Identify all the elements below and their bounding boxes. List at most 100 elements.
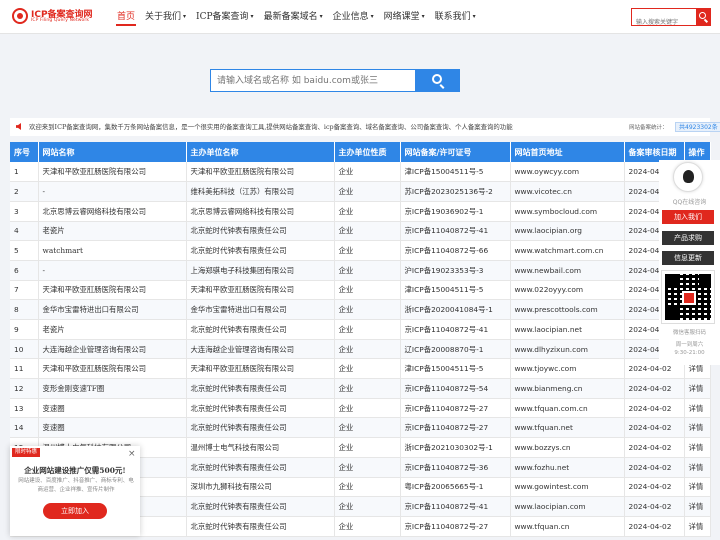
header-search-button[interactable] [696, 9, 710, 25]
join-us-button[interactable]: 加入我们 [662, 210, 714, 224]
homepage-url: www.bianmeng.cn [510, 378, 625, 399]
info-update-button[interactable]: 信息更新 [662, 251, 714, 265]
domain-search-input[interactable] [210, 69, 416, 92]
unit-type: 企业 [334, 260, 401, 281]
table-row[interactable]: 10 大连海越企业管理咨询有限公司 大连海越企业管理咨询有限公司 企业 辽ICP备200… [10, 339, 711, 360]
qq-consult-label[interactable]: QQ在线咨询 [659, 197, 720, 206]
details-link[interactable]: 详情 [684, 437, 711, 458]
license-number: 辽ICP备20008870号-1 [400, 339, 511, 360]
homepage-url: www.tfquan.com.cn [510, 398, 625, 419]
table-row[interactable]: 3 北京思博云睿网络科技有限公司 北京思博云睿网络科技有限公司 企业 京ICP备1903… [10, 201, 711, 222]
hero-search [210, 69, 460, 92]
column-header: 主办单位性质 [334, 142, 401, 162]
table-row[interactable]: 6- 上海郑骐电子科技集团有限公司 企业 沪ICP备19023353号-3 www.ne… [10, 260, 711, 281]
close-icon[interactable]: × [128, 450, 136, 459]
review-date: 2024-04-02 [624, 378, 685, 399]
review-date: 2024-04-02 [624, 477, 685, 498]
homepage-url: www.laocipian.org [510, 221, 625, 242]
table-row[interactable]: 14 变速圈 北京蛇时代钟表有限责任公司 企业 京ICP备11040872号-27 www… [10, 417, 711, 439]
nav-item-2[interactable]: ICP备案查询 ▾ [191, 0, 259, 34]
host-unit: 北京蛇时代钟表有限责任公司 [186, 496, 335, 517]
nav-item-label: ICP备案查询 [196, 12, 249, 22]
details-link[interactable]: 详情 [684, 477, 711, 498]
notice-bar: 欢迎来到ICP备案查询网，集数千万条网站备案信息，是一个很实用的备案查询工具,提… [10, 118, 720, 136]
host-unit: 北京蛇时代钟表有限责任公司 [186, 240, 335, 261]
product-purchase-button[interactable]: 产品求购 [662, 231, 714, 245]
host-unit: 北京思博云睿网络科技有限公司 [186, 201, 335, 222]
table-row[interactable]: 7 天津和平欧亚肛肠医院有限公司 天津和平欧亚肛肠医院有限公司 企业 津ICP备1500… [10, 280, 711, 301]
license-number: 沪ICP备19023353号-3 [400, 260, 511, 281]
details-link[interactable]: 详情 [684, 496, 711, 517]
unit-type: 企业 [334, 201, 401, 222]
details-link[interactable]: 详情 [684, 516, 711, 537]
nav-item-6[interactable]: 联系我们 ▾ [430, 0, 481, 34]
table-header-row: 序号 网站名称 主办单位名称 主办单位性质 网站备案/许可证号 网站首页地址 备案审核日期操… [10, 142, 711, 162]
nav-item-5[interactable]: 网络课堂 ▾ [379, 0, 430, 34]
table-row[interactable]: 8 金华市宝雷特进出口有限公司 金华市宝雷特进出口有限公司 企业 浙ICP备202004… [10, 299, 711, 320]
license-number: 津ICP备15004511号-5 [400, 162, 511, 183]
nav-item-label: 关于我们 [145, 12, 182, 22]
license-number: 京ICP备11040872号-27 [400, 417, 511, 439]
nav-item-4[interactable]: 企业信息 ▾ [328, 0, 379, 34]
host-unit: 天津和平欧亚肛肠医院有限公司 [186, 162, 335, 183]
details-link[interactable]: 详情 [684, 378, 711, 399]
header-search [631, 8, 711, 31]
host-unit: 温州博士电气科技有限公司 [186, 437, 335, 458]
service-days: 周一到周六 [675, 342, 704, 348]
site-name: 老瓷片 [38, 319, 187, 340]
review-date: 2024-04-02 [624, 417, 685, 439]
homepage-url: www.fozhu.net [510, 457, 625, 478]
site-name: watchmart [38, 240, 187, 261]
table-row[interactable]: 1 天津和平欧亚肛肠医院有限公司 天津和平欧亚肛肠医院有限公司 企业 津ICP备1500… [10, 162, 711, 183]
unit-type: 企业 [334, 496, 401, 517]
nav-item-0[interactable]: 首页 [112, 0, 140, 34]
qq-icon[interactable] [673, 162, 703, 192]
homepage-url: www.tfquan.net [510, 417, 625, 439]
speaker-icon [16, 123, 21, 130]
nav-item-label: 网络课堂 [383, 12, 420, 22]
nav-item-3[interactable]: 最新备案域名 ▾ [259, 0, 328, 34]
join-now-button[interactable]: 立即加入 [43, 503, 107, 519]
review-date: 2024-04-02 [624, 437, 685, 458]
table-row[interactable]: 2- 维科美拓科技（江苏）有限公司 企业 苏ICP备2023025136号-2 www.… [10, 181, 711, 202]
details-link[interactable]: 详情 [684, 398, 711, 419]
column-header: 主办单位名称 [186, 142, 335, 162]
license-number: 京ICP备11040872号-36 [400, 457, 511, 478]
table-row[interactable]: 13 变速圈 北京蛇时代钟表有限责任公司 企业 京ICP备11040872号-27 www… [10, 398, 711, 419]
promo-description: 网站建设、百度推广、抖音推广、商标专利、电商运营、企业祥推、宣传片制作 [18, 478, 134, 493]
nav-item-1[interactable]: 关于我们 ▾ [140, 0, 191, 34]
table-row[interactable]: 9 老瓷片 北京蛇时代钟表有限责任公司 企业 京ICP备11040872号-41 www.… [10, 319, 711, 340]
host-unit: 北京蛇时代钟表有限责任公司 [186, 398, 335, 419]
column-header: 操作 [684, 142, 711, 162]
host-unit: 天津和平欧亚肛肠医院有限公司 [186, 358, 335, 380]
table-row[interactable]: 12 变形金刚变速TF圈 北京蛇时代钟表有限责任公司 企业 京ICP备11040872号… [10, 378, 711, 399]
header-search-input[interactable] [632, 14, 696, 31]
unit-type: 企业 [334, 280, 401, 301]
host-unit: 深圳市九狮科技有限公司 [186, 477, 335, 498]
row-index: 5 [10, 240, 39, 261]
domain-search-button[interactable] [416, 69, 460, 92]
license-number: 苏ICP备2023025136号-2 [400, 181, 511, 202]
chevron-down-icon: ▾ [472, 13, 476, 20]
table-row[interactable]: 4 老瓷片 北京蛇时代钟表有限责任公司 企业 京ICP备11040872号-41 www.… [10, 221, 711, 242]
chevron-down-icon: ▾ [421, 13, 425, 20]
table-row[interactable]: 5 watchmart 北京蛇时代钟表有限责任公司 企业 京ICP备11040872号-… [10, 240, 711, 261]
unit-type: 企业 [334, 417, 401, 439]
search-icon [432, 74, 442, 84]
homepage-url: www.022oyyy.com [510, 280, 625, 301]
row-index: 3 [10, 201, 39, 222]
site-name: 大连海越企业管理咨询有限公司 [38, 339, 187, 360]
details-link[interactable]: 详情 [684, 417, 711, 439]
row-index: 9 [10, 319, 39, 340]
record-stat-badge: 共4923302条 [675, 122, 720, 132]
site-name: 北京思博云睿网络科技有限公司 [38, 201, 187, 222]
main-nav: 首页 关于我们 ▾ ICP备案查询 ▾ 最新备案域名 ▾ 企业信息 ▾ 网络课堂 ▾ 联系我们 ▾ [112, 0, 481, 34]
license-number: 京ICP备11040872号-66 [400, 240, 511, 261]
row-index: 6 [10, 260, 39, 281]
details-link[interactable]: 详情 [684, 457, 711, 478]
license-number: 粤ICP备20065665号-1 [400, 477, 511, 498]
logo-subtitle: ICP Filing Query Network [31, 18, 90, 23]
site-logo[interactable]: ICP备案查询网 ICP Filing Query Network [12, 7, 93, 27]
column-header: 序号 [10, 142, 39, 162]
table-row[interactable]: 11 天津和平欧亚肛肠医院有限公司 天津和平欧亚肛肠医院有限公司 企业 津ICP备150… [10, 358, 711, 380]
